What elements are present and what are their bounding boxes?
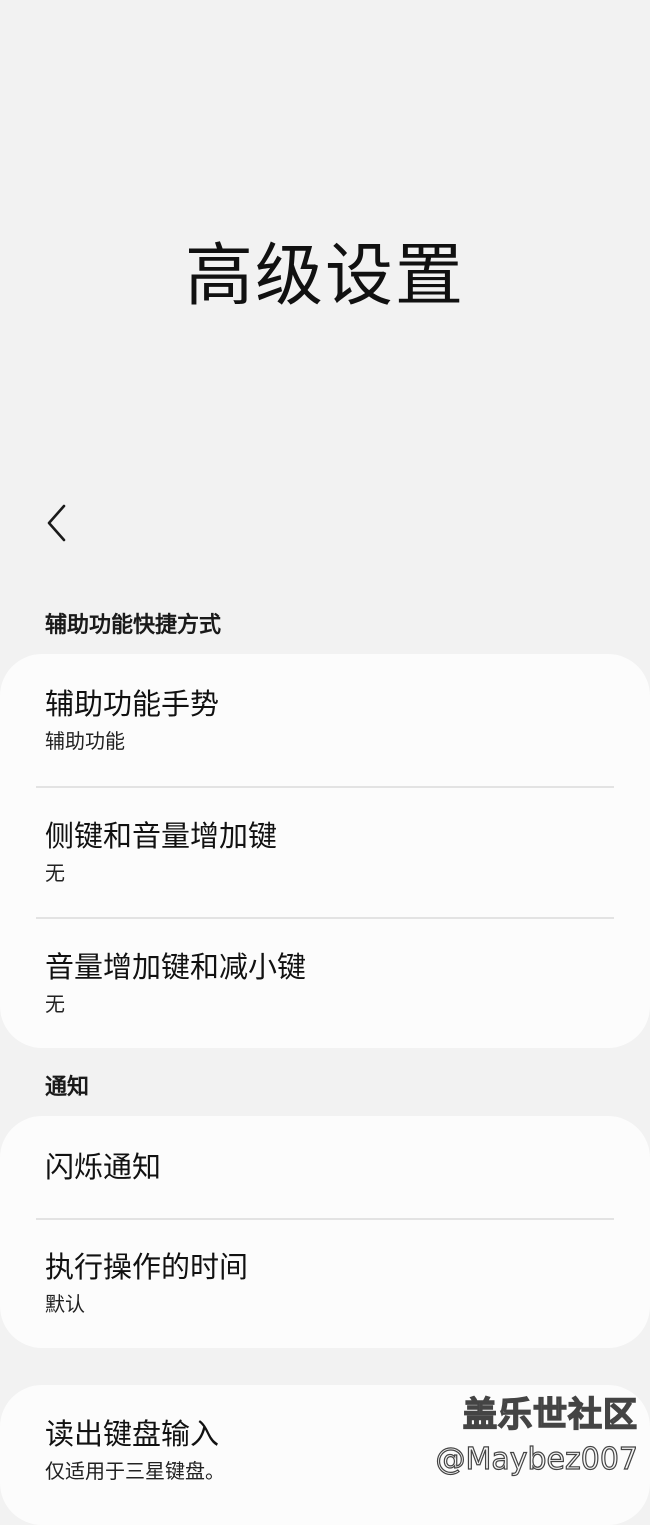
- list-item-read-keyboard-input[interactable]: 读出键盘输入 仅适用于三星键盘。: [0, 1385, 650, 1505]
- row-subtitle: 无: [45, 991, 65, 1016]
- section-header-accessibility-shortcuts: 辅助功能快捷方式: [45, 613, 222, 638]
- row-subtitle: 辅助功能: [45, 729, 125, 753]
- row-subtitle: 无: [45, 860, 65, 885]
- row-subtitle: 仅适用于三星键盘。: [45, 1459, 225, 1483]
- chevron-left-icon: [47, 504, 66, 542]
- accessibility-shortcuts-card: 辅助功能手势 辅助功能 侧键和音量增加键 无 音量增加键和减小键 无: [0, 654, 650, 1048]
- row-title: 辅助功能手势: [45, 687, 220, 721]
- list-item-flash-notification[interactable]: 闪烁通知: [0, 1116, 650, 1218]
- list-item-accessibility-gesture[interactable]: 辅助功能手势 辅助功能: [0, 654, 650, 786]
- list-item-side-and-volume-up-keys[interactable]: 侧键和音量增加键 无: [0, 786, 650, 917]
- keyboard-input-card: 读出键盘输入 仅适用于三星键盘。: [0, 1385, 650, 1525]
- back-button[interactable]: [30, 496, 84, 550]
- list-item-volume-up-and-down-keys[interactable]: 音量增加键和减小键 无: [0, 917, 650, 1048]
- row-title: 侧键和音量增加键: [45, 818, 278, 853]
- row-subtitle: 默认: [45, 1292, 85, 1316]
- row-title: 闪烁通知: [45, 1150, 162, 1184]
- list-item-time-to-take-action[interactable]: 执行操作的时间 默认: [0, 1218, 650, 1348]
- row-title: 音量增加键和减小键: [45, 949, 307, 984]
- row-title: 执行操作的时间: [45, 1250, 249, 1284]
- page-title: 高级设置: [184, 237, 465, 316]
- row-title: 读出键盘输入: [45, 1417, 220, 1451]
- notifications-card: 闪烁通知 执行操作的时间 默认: [0, 1116, 650, 1348]
- section-header-notifications: 通知: [45, 1075, 90, 1100]
